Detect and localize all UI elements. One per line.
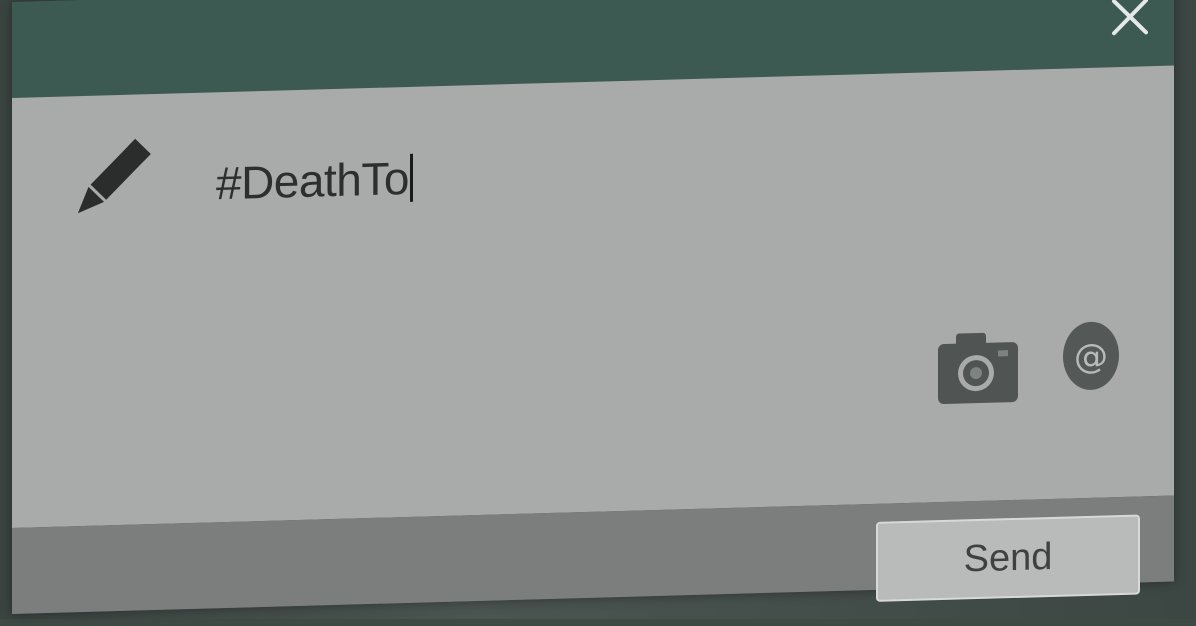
message-text: #DeathTo: [216, 151, 409, 210]
message-input[interactable]: #DeathTo: [216, 131, 1116, 236]
send-button[interactable]: Send: [876, 514, 1140, 602]
text-caret: [409, 153, 413, 202]
compose-dialog: #DeathTo @ Send: [12, 0, 1174, 614]
close-button[interactable]: [1108, 0, 1152, 39]
add-photo-button[interactable]: [936, 328, 1020, 406]
close-icon: [1112, 0, 1148, 36]
at-icon: @: [1063, 321, 1119, 390]
camera-icon: [938, 332, 1018, 404]
mention-button[interactable]: @: [1062, 319, 1120, 393]
pencil-icon: [64, 130, 154, 233]
svg-text:@: @: [1074, 336, 1108, 377]
compose-area: #DeathTo @: [12, 65, 1174, 528]
